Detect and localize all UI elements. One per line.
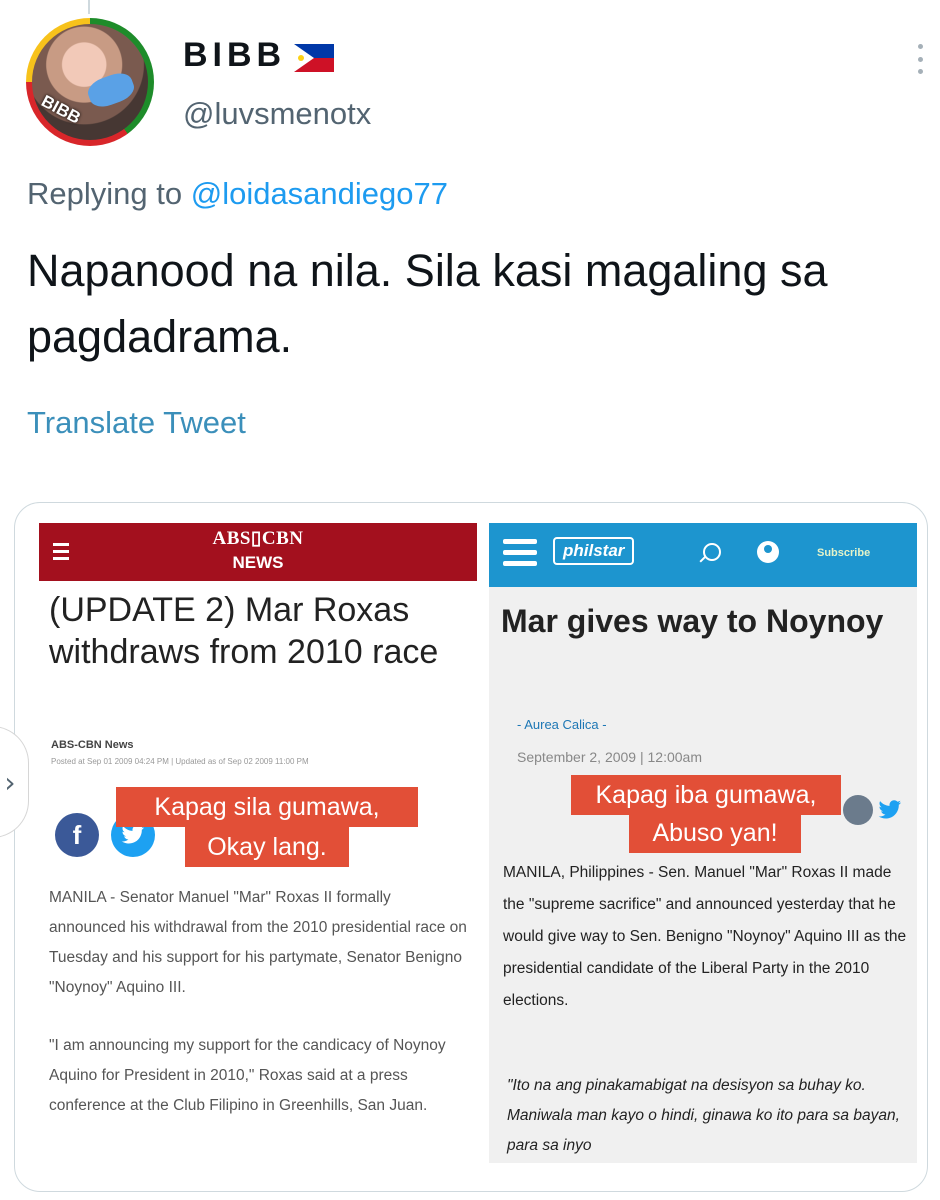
avatar-photo: BIBB	[32, 24, 148, 140]
abs-article-title: (UPDATE 2) Mar Roxas withdraws from 2010…	[49, 591, 439, 671]
avatar-detail	[84, 68, 138, 112]
caption-overlay-right-line2: Abuso yan!	[629, 813, 801, 853]
facebook-icon: f	[55, 813, 99, 857]
abs-byline: ABS-CBN News	[51, 739, 134, 751]
philstar-header: philstar Subscribe	[489, 523, 917, 587]
caption-overlay-left-line2: Okay lang.	[185, 827, 349, 867]
philstar-paragraph-2: "Ito na ang pinakamabigat na desisyon sa…	[507, 1077, 900, 1154]
abs-cbn-article-screenshot: ABS▯CBN NEWS (UPDATE 2) Mar Roxas withdr…	[39, 523, 479, 1163]
replying-to-link[interactable]: @loidasandiego77	[191, 176, 448, 211]
avatar[interactable]: BIBB	[26, 18, 154, 146]
replying-prefix: Replying to	[27, 176, 183, 211]
philstar-logo: philstar	[553, 537, 635, 565]
user-icon	[757, 541, 779, 563]
more-vertical-icon[interactable]	[910, 44, 930, 74]
abs-dateline: Posted at Sep 01 2009 04:24 PM | Updated…	[51, 757, 309, 766]
philippines-flag-icon	[294, 42, 335, 72]
share-icon	[843, 795, 873, 825]
abs-paragraph-2: "I am announcing my support for the cand…	[49, 1037, 446, 1114]
abs-cbn-news-label: NEWS	[232, 553, 284, 572]
avatar-text: BIBB	[38, 91, 84, 128]
subscribe-label: Subscribe	[817, 547, 871, 559]
abs-paragraph-1: MANILA - Senator Manuel "Mar" Roxas II f…	[49, 889, 467, 996]
twitter-icon	[875, 795, 905, 825]
search-icon	[703, 543, 721, 561]
philstar-article-title: Mar gives way to Noynoy	[501, 603, 884, 639]
handle[interactable]: @luvsmenotx	[183, 96, 371, 132]
philstar-author: - Aurea Calica -	[517, 717, 607, 732]
replying-to: Replying to @loidasandiego77	[27, 176, 448, 212]
translate-tweet-link[interactable]: Translate Tweet	[27, 405, 246, 441]
abs-cbn-logo: ABS▯CBN	[212, 528, 304, 549]
abs-cbn-header: ABS▯CBN NEWS	[39, 523, 477, 581]
philstar-pubdate: September 2, 2009 | 12:00am	[517, 749, 702, 765]
tweet-media-image[interactable]: ABS▯CBN NEWS (UPDATE 2) Mar Roxas withdr…	[14, 502, 928, 1192]
display-name[interactable]: BIBB	[183, 36, 335, 75]
caption-overlay-left-line1: Kapag sila gumawa,	[116, 787, 418, 827]
thread-connector-line	[88, 0, 90, 14]
philstar-paragraph-1: MANILA, Philippines - Sen. Manuel "Mar" …	[503, 864, 907, 1009]
tweet-text: Napanood na nila. Sila kasi magaling sa …	[27, 245, 828, 362]
philstar-article-screenshot: philstar Subscribe Mar gives way to Noyn…	[489, 523, 917, 1163]
hamburger-menu-icon	[503, 539, 537, 572]
display-name-text[interactable]: BIBB	[183, 36, 286, 75]
caption-overlay-right-line1: Kapag iba gumawa,	[571, 775, 841, 815]
